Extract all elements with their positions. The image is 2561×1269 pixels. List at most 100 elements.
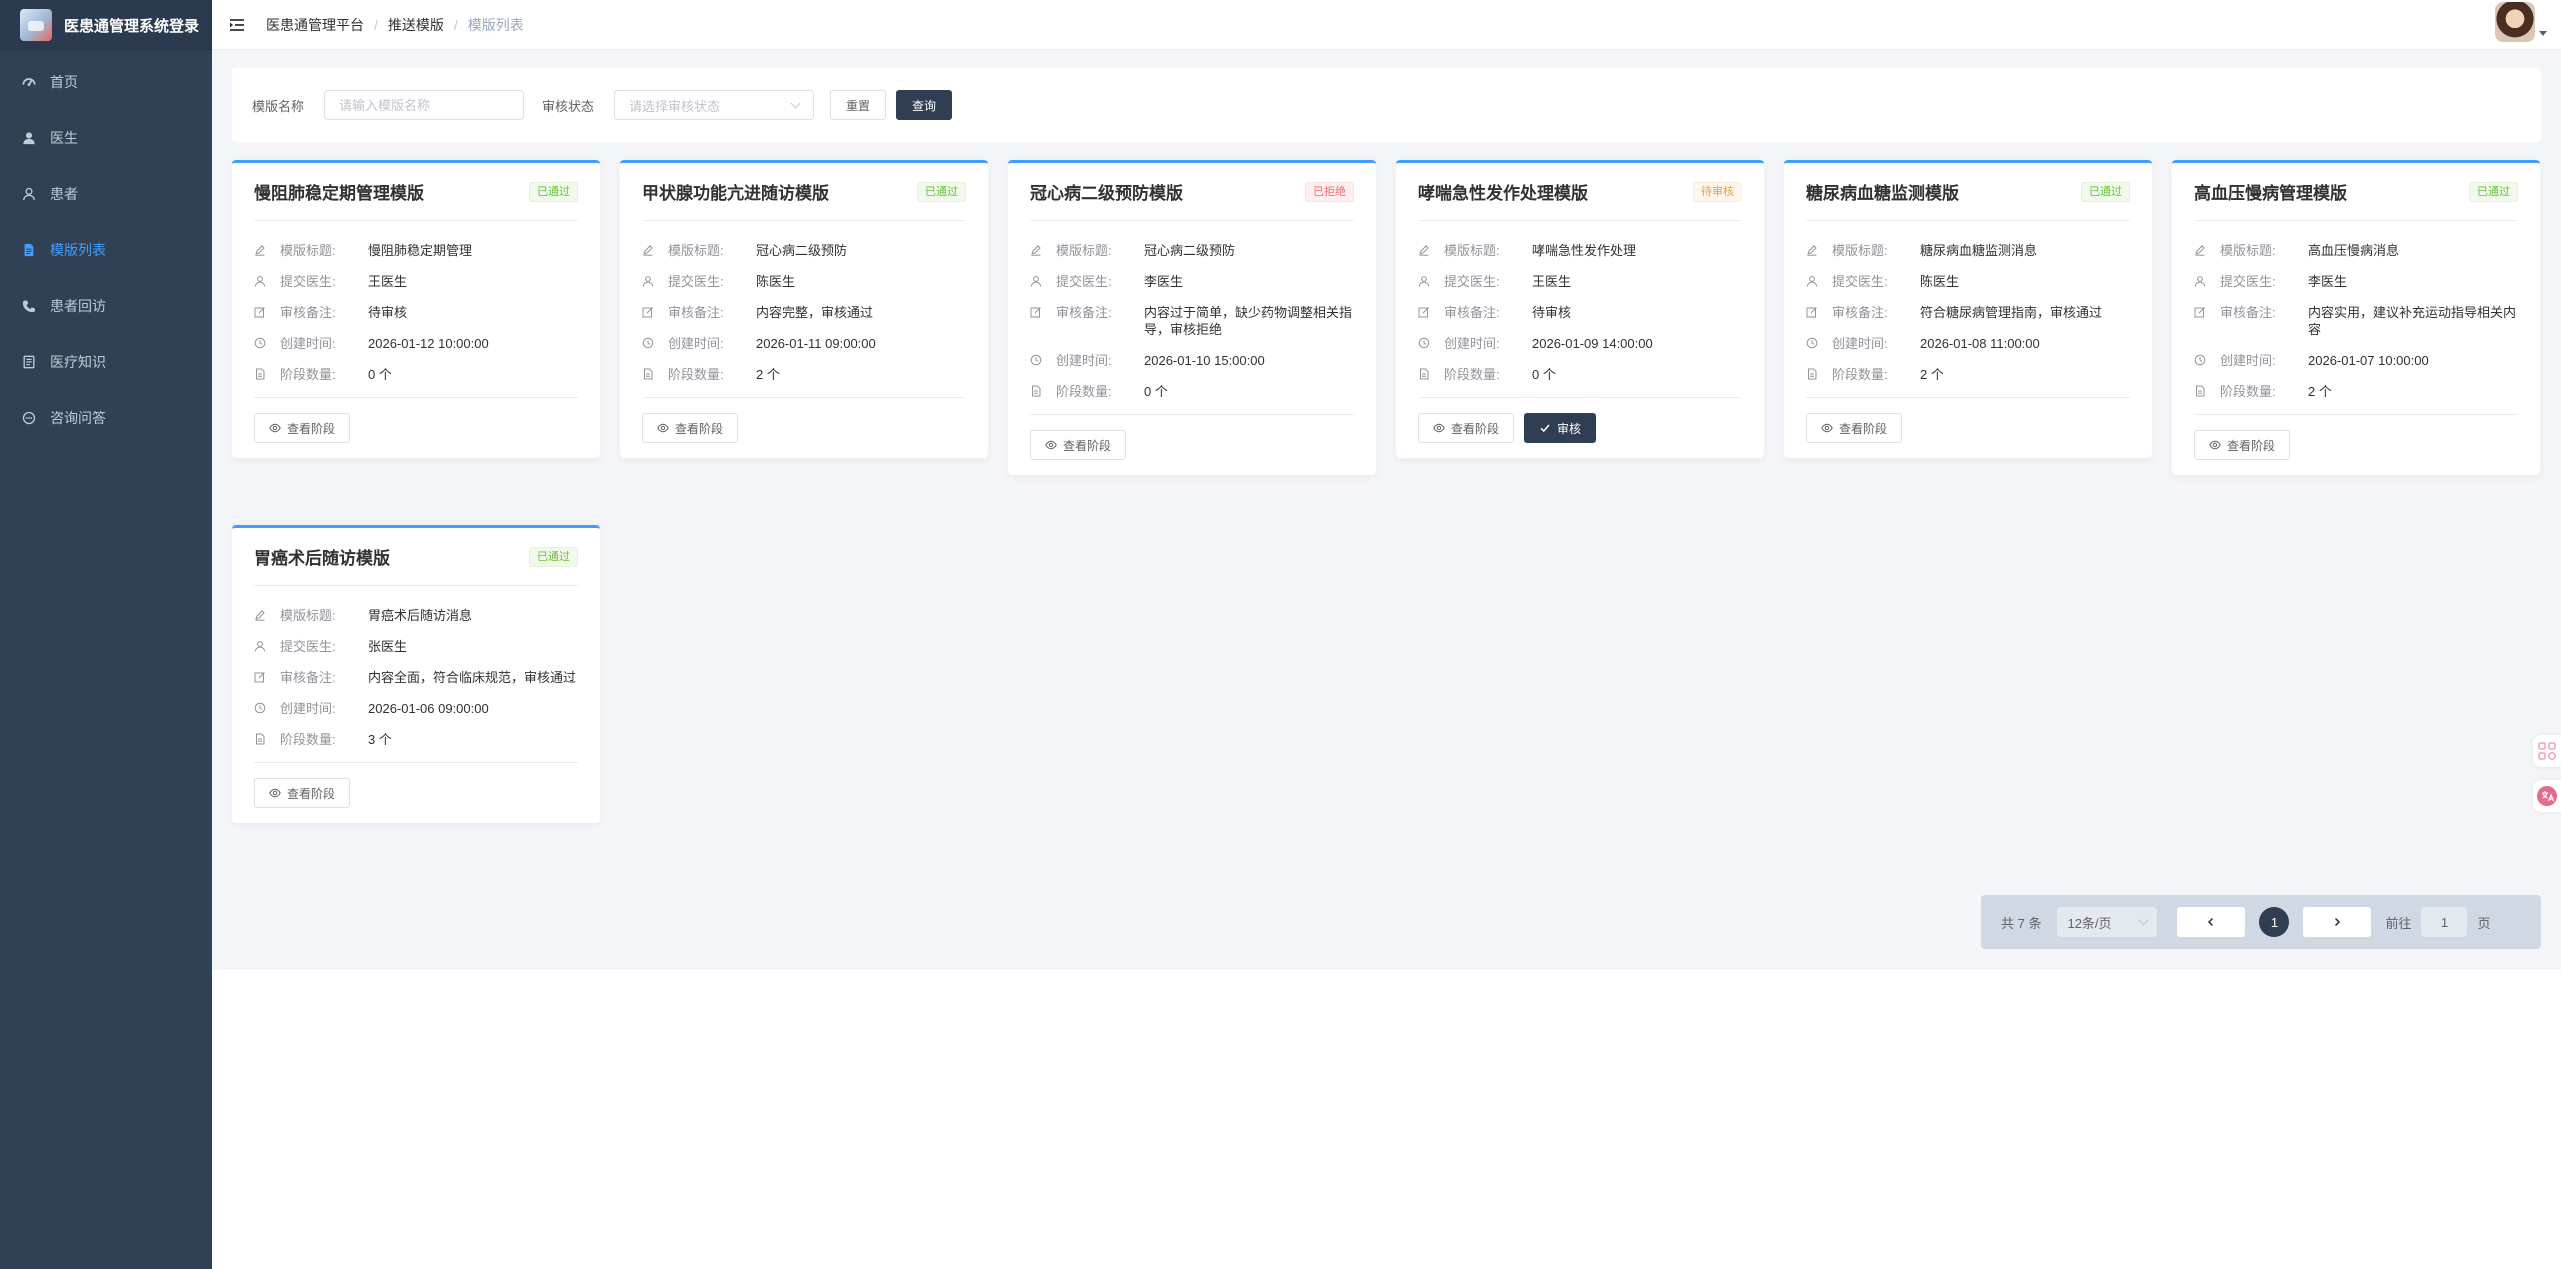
row-key: 创建时间: bbox=[280, 701, 336, 716]
page-number-current[interactable]: 1 bbox=[2259, 907, 2290, 937]
card-body: 模版标题: 冠心病二级预防 提交医生: 陈医生 审核备注: 内容完整，审核通过 … bbox=[642, 221, 966, 398]
prev-page-button[interactable] bbox=[2177, 907, 2246, 937]
app-grid-widget[interactable] bbox=[2533, 735, 2561, 767]
goto-page-input[interactable] bbox=[2421, 907, 2468, 937]
row-key: 创建时间: bbox=[668, 336, 724, 351]
view-stages-button[interactable]: 查看阶段 bbox=[1806, 413, 1903, 443]
hamburger-icon[interactable] bbox=[228, 16, 246, 34]
sidebar-item-patient[interactable]: 患者 bbox=[0, 166, 212, 222]
template-name-input[interactable] bbox=[324, 90, 525, 120]
eye-icon bbox=[1045, 440, 1057, 450]
page-size-select[interactable]: 12条/页 bbox=[2057, 907, 2158, 937]
filter-bar: 模版名称 审核状态 请选择审核状态 重置 查询 bbox=[232, 68, 2541, 142]
sidebar-item-doctor[interactable]: 医生 bbox=[0, 110, 212, 166]
sidebar-item-consult-qa[interactable]: 咨询问答 bbox=[0, 390, 212, 446]
template-card: 甲状腺功能亢进随访模版 已通过 模版标题: 冠心病二级预防 提交医生: 陈医生 … bbox=[620, 160, 988, 458]
sidebar-item-label: 医疗知识 bbox=[50, 354, 106, 370]
sidebar-item-home[interactable]: 首页 bbox=[0, 54, 212, 110]
review-status-select[interactable]: 请选择审核状态 bbox=[614, 90, 815, 120]
view-stages-button[interactable]: 查看阶段 bbox=[2194, 430, 2291, 460]
edit-outline-icon bbox=[642, 306, 654, 318]
view-stages-button[interactable]: 查看阶段 bbox=[254, 413, 351, 443]
page-unit-label: 页 bbox=[2477, 915, 2491, 931]
card-header: 甲状腺功能亢进随访模版 已通过 bbox=[642, 163, 966, 221]
row-title: 模版标题: 胃癌术后随访消息 bbox=[254, 607, 578, 624]
sidebar-item-medical-knowledge[interactable]: 医疗知识 bbox=[0, 334, 212, 390]
edit-icon bbox=[1418, 244, 1430, 256]
main-content: 模版名称 审核状态 请选择审核状态 重置 查询 慢阻肺稳定期管理模版 已通过 模… bbox=[212, 50, 2561, 970]
status-badge: 已拒绝 bbox=[1305, 181, 1354, 202]
clock-icon bbox=[254, 702, 266, 714]
brand[interactable]: 医患通管理系统登录 bbox=[0, 0, 212, 50]
avatar[interactable] bbox=[2495, 2, 2535, 42]
edit-outline-icon bbox=[254, 306, 266, 318]
row-value: 0 个 bbox=[368, 367, 392, 382]
card-title: 高血压慢病管理模版 bbox=[2194, 184, 2347, 203]
row-remark: 审核备注: 内容实用，建议补充运动指导相关内容 bbox=[2194, 304, 2518, 338]
dashboard-icon bbox=[22, 75, 36, 89]
row-doctor: 提交医生: 李医生 bbox=[2194, 273, 2518, 290]
edit-icon bbox=[1806, 244, 1818, 256]
row-key: 模版标题: bbox=[280, 608, 336, 623]
row-value: 2026-01-12 10:00:00 bbox=[368, 336, 489, 351]
row-value: 陈医生 bbox=[1920, 274, 1960, 289]
row-stages: 阶段数量: 0 个 bbox=[1030, 383, 1354, 400]
row-stages: 阶段数量: 0 个 bbox=[1418, 366, 1742, 383]
row-value: 陈医生 bbox=[756, 274, 796, 289]
row-key: 模版标题: bbox=[280, 243, 336, 258]
row-value: 内容完整，审核通过 bbox=[756, 305, 874, 320]
row-value: 哮喘急性发作处理 bbox=[1532, 243, 1637, 258]
breadcrumb-item[interactable]: 医患通管理平台 bbox=[266, 15, 364, 35]
row-value: 0 个 bbox=[1532, 367, 1556, 382]
row-key: 阶段数量: bbox=[2220, 384, 2276, 399]
breadcrumb-item[interactable]: 推送模版 bbox=[388, 15, 444, 35]
row-stages: 阶段数量: 0 个 bbox=[254, 366, 578, 383]
card-title: 胃癌术后随访模版 bbox=[254, 549, 390, 568]
sidebar-item-label: 模版列表 bbox=[50, 242, 106, 258]
sidebar-item-label: 患者回访 bbox=[50, 298, 106, 314]
sidebar-menu: 首页 医生 患者 模版列表 患者回访 医疗知识 咨询问答 bbox=[0, 54, 212, 446]
row-value: 2026-01-06 09:00:00 bbox=[368, 701, 489, 716]
view-stages-button[interactable]: 查看阶段 bbox=[254, 778, 351, 808]
sidebar-item-patient-followup[interactable]: 患者回访 bbox=[0, 278, 212, 334]
eye-icon bbox=[657, 423, 669, 433]
row-value: 符合糖尿病管理指南，审核通过 bbox=[1920, 305, 2103, 320]
row-created: 创建时间: 2026-01-07 10:00:00 bbox=[2194, 352, 2518, 369]
card-title: 慢阻肺稳定期管理模版 bbox=[254, 184, 424, 203]
row-value: 2026-01-10 15:00:00 bbox=[1144, 353, 1265, 368]
edit-outline-icon bbox=[254, 671, 266, 683]
sidebar-item-template-list[interactable]: 模版列表 bbox=[0, 222, 212, 278]
row-key: 模版标题: bbox=[2220, 243, 2276, 258]
review-button[interactable]: 审核 bbox=[1524, 413, 1597, 443]
row-value: 待审核 bbox=[368, 305, 408, 320]
row-created: 创建时间: 2026-01-11 09:00:00 bbox=[642, 335, 966, 352]
eye-icon bbox=[2209, 440, 2221, 450]
status-badge: 已通过 bbox=[2469, 181, 2518, 202]
check-icon bbox=[1540, 424, 1550, 433]
view-stages-button[interactable]: 查看阶段 bbox=[1418, 413, 1515, 443]
card-footer: 查看阶段 bbox=[642, 398, 966, 458]
view-stages-button[interactable]: 查看阶段 bbox=[1030, 430, 1127, 460]
row-title: 模版标题: 哮喘急性发作处理 bbox=[1418, 242, 1742, 259]
status-badge: 已通过 bbox=[917, 181, 966, 202]
clock-icon bbox=[1030, 354, 1042, 366]
reset-button[interactable]: 重置 bbox=[830, 90, 887, 120]
view-stages-button[interactable]: 查看阶段 bbox=[642, 413, 739, 443]
next-page-button[interactable] bbox=[2303, 907, 2372, 937]
query-button[interactable]: 查询 bbox=[896, 90, 953, 120]
row-value: 冠心病二级预防 bbox=[1144, 243, 1236, 258]
row-key: 提交医生: bbox=[1444, 274, 1500, 289]
view-stages-label: 查看阶段 bbox=[2227, 438, 2276, 453]
breadcrumb-separator: / bbox=[453, 16, 458, 33]
sidebar-item-label: 首页 bbox=[50, 74, 78, 90]
file-icon bbox=[1418, 368, 1430, 380]
translate-widget[interactable] bbox=[2533, 780, 2561, 812]
card-footer: 查看阶段 bbox=[254, 398, 578, 458]
user-menu[interactable] bbox=[2495, 2, 2547, 42]
user-icon bbox=[642, 275, 654, 287]
user-icon bbox=[1806, 275, 1818, 287]
user-icon bbox=[2194, 275, 2206, 287]
row-key: 阶段数量: bbox=[1444, 367, 1500, 382]
view-stages-label: 查看阶段 bbox=[287, 786, 336, 801]
card-footer: 查看阶段 bbox=[1030, 415, 1354, 475]
